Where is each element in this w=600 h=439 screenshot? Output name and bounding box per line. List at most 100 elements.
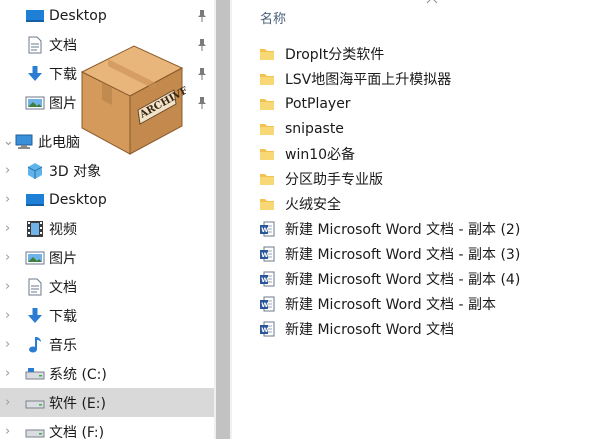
nav-item-documents[interactable]: › 文档 xyxy=(0,272,214,301)
nav-label: 软件 (E:) xyxy=(49,395,106,412)
file-row[interactable]: W 新建 Microsoft Word 文档 - 副本 (3) xyxy=(258,241,520,266)
file-row[interactable]: win10必备 xyxy=(258,141,355,166)
nav-label: 下载 xyxy=(49,66,77,83)
downloads-icon xyxy=(25,307,45,325)
nav-item-music[interactable]: › 音乐 xyxy=(0,330,214,359)
pin-icon[interactable] xyxy=(196,38,208,52)
word-document-icon: W xyxy=(258,271,276,287)
svg-text:W: W xyxy=(261,251,268,259)
drive-icon xyxy=(25,365,45,383)
chevron-right-icon[interactable]: › xyxy=(5,396,15,409)
videos-icon xyxy=(25,220,45,238)
pin-icon[interactable] xyxy=(196,9,208,23)
file-name: snipaste xyxy=(285,120,344,137)
nav-label: 视频 xyxy=(49,221,77,238)
file-name: 新建 Microsoft Word 文档 - 副本 (2) xyxy=(285,221,521,238)
chevron-right-icon[interactable]: › xyxy=(5,367,15,380)
desktop-icon xyxy=(25,191,45,209)
file-name: win10必备 xyxy=(285,146,356,163)
3d-objects-icon xyxy=(25,162,45,180)
nav-scrollbar-thumb[interactable] xyxy=(216,0,230,439)
nav-item-quick-desktop[interactable]: Desktop xyxy=(0,1,214,30)
nav-label: 此电脑 xyxy=(38,134,80,151)
folder-icon xyxy=(258,121,276,137)
svg-text:W: W xyxy=(261,301,268,309)
file-name: LSV地图海平面上升模拟器 xyxy=(285,71,452,88)
column-header-name[interactable]: 名称 xyxy=(260,8,286,27)
folder-icon xyxy=(258,96,276,112)
nav-label: 音乐 xyxy=(49,337,77,354)
word-document-icon: W xyxy=(258,221,276,237)
folder-icon xyxy=(258,71,276,87)
chevron-right-icon[interactable]: › xyxy=(5,280,15,293)
file-name: DropIt分类软件 xyxy=(285,46,385,63)
nav-label: Desktop xyxy=(49,191,107,208)
pictures-icon xyxy=(25,94,45,112)
folder-icon xyxy=(258,46,276,62)
file-row[interactable]: W 新建 Microsoft Word 文档 - 副本 (2) xyxy=(258,216,520,241)
file-name: 分区助手专业版 xyxy=(285,171,383,188)
file-row[interactable]: PotPlayer xyxy=(258,91,351,116)
folder-icon xyxy=(258,146,276,162)
file-row[interactable]: 分区助手专业版 xyxy=(258,166,383,191)
nav-item-drive-f[interactable]: › 文档 (F:) xyxy=(0,417,214,439)
file-name: 新建 Microsoft Word 文档 - 副本 xyxy=(285,296,496,313)
chevron-right-icon[interactable]: › xyxy=(5,164,15,177)
drive-icon xyxy=(25,394,45,412)
folder-icon xyxy=(258,171,276,187)
file-row[interactable]: W 新建 Microsoft Word 文档 - 副本 (4) xyxy=(258,266,520,291)
nav-item-videos[interactable]: › 视频 xyxy=(0,214,214,243)
chevron-right-icon[interactable]: › xyxy=(5,193,15,206)
file-name: 新建 Microsoft Word 文档 - 副本 (4) xyxy=(285,271,521,288)
nav-item-drive-c[interactable]: › 系统 (C:) xyxy=(0,359,214,388)
nav-item-pictures[interactable]: › 图片 xyxy=(0,243,214,272)
folder-icon xyxy=(258,196,276,212)
nav-label: 下载 xyxy=(49,308,77,325)
nav-label: 文档 (F:) xyxy=(49,424,105,439)
file-row[interactable]: W 新建 Microsoft Word 文档 - 副本 xyxy=(258,291,496,316)
file-row[interactable]: 火绒安全 xyxy=(258,191,341,216)
file-row[interactable]: LSV地图海平面上升模拟器 xyxy=(258,66,451,91)
drive-icon xyxy=(25,423,45,439)
word-document-icon: W xyxy=(258,246,276,262)
chevron-down-icon[interactable]: ⌄ xyxy=(3,135,14,148)
chevron-right-icon[interactable]: › xyxy=(5,251,15,264)
nav-item-drive-e[interactable]: › 软件 (E:) xyxy=(0,388,214,417)
archive-box-icon: ARCHIVE xyxy=(78,38,191,156)
nav-label: Desktop xyxy=(49,7,107,24)
word-document-icon: W xyxy=(258,321,276,337)
svg-text:W: W xyxy=(261,326,268,334)
nav-label: 3D 对象 xyxy=(49,163,102,180)
pictures-icon xyxy=(25,249,45,267)
nav-label: 系统 (C:) xyxy=(49,366,107,383)
documents-icon xyxy=(25,36,45,54)
file-name: 新建 Microsoft Word 文档 - 副本 (3) xyxy=(285,246,521,263)
file-name: 新建 Microsoft Word 文档 xyxy=(285,321,455,338)
chevron-right-icon[interactable]: › xyxy=(5,338,15,351)
nav-label: 图片 xyxy=(49,250,77,267)
svg-text:W: W xyxy=(261,276,268,284)
this-pc-icon xyxy=(14,133,34,151)
pin-icon[interactable] xyxy=(196,96,208,110)
nav-label: 文档 xyxy=(49,37,77,54)
chevron-right-icon[interactable]: › xyxy=(5,425,15,438)
sort-caret-icon xyxy=(426,0,438,4)
svg-text:W: W xyxy=(261,226,268,234)
nav-item-3d-objects[interactable]: › 3D 对象 xyxy=(0,156,214,185)
chevron-right-icon[interactable]: › xyxy=(5,309,15,322)
nav-item-desktop[interactable]: › Desktop xyxy=(0,185,214,214)
nav-label: 图片 xyxy=(49,95,77,112)
file-list-pane: 名称 DropIt分类软件 LSV地图海平面上升模拟器 PotPlayer sn… xyxy=(234,0,600,439)
file-row[interactable]: W 新建 Microsoft Word 文档 xyxy=(258,316,454,341)
chevron-right-icon[interactable]: › xyxy=(5,222,15,235)
nav-item-downloads[interactable]: › 下载 xyxy=(0,301,214,330)
file-name: PotPlayer xyxy=(285,95,351,112)
file-name: 火绒安全 xyxy=(285,196,341,213)
documents-icon xyxy=(25,278,45,296)
navigation-pane: Desktop 文档 下载 图片 ⌄ 此电脑 › 3D 对象 › Desktop… xyxy=(0,0,214,439)
word-document-icon: W xyxy=(258,296,276,312)
downloads-icon xyxy=(25,65,45,83)
file-row[interactable]: DropIt分类软件 xyxy=(258,41,384,66)
file-row[interactable]: snipaste xyxy=(258,116,344,141)
pin-icon[interactable] xyxy=(196,67,208,81)
